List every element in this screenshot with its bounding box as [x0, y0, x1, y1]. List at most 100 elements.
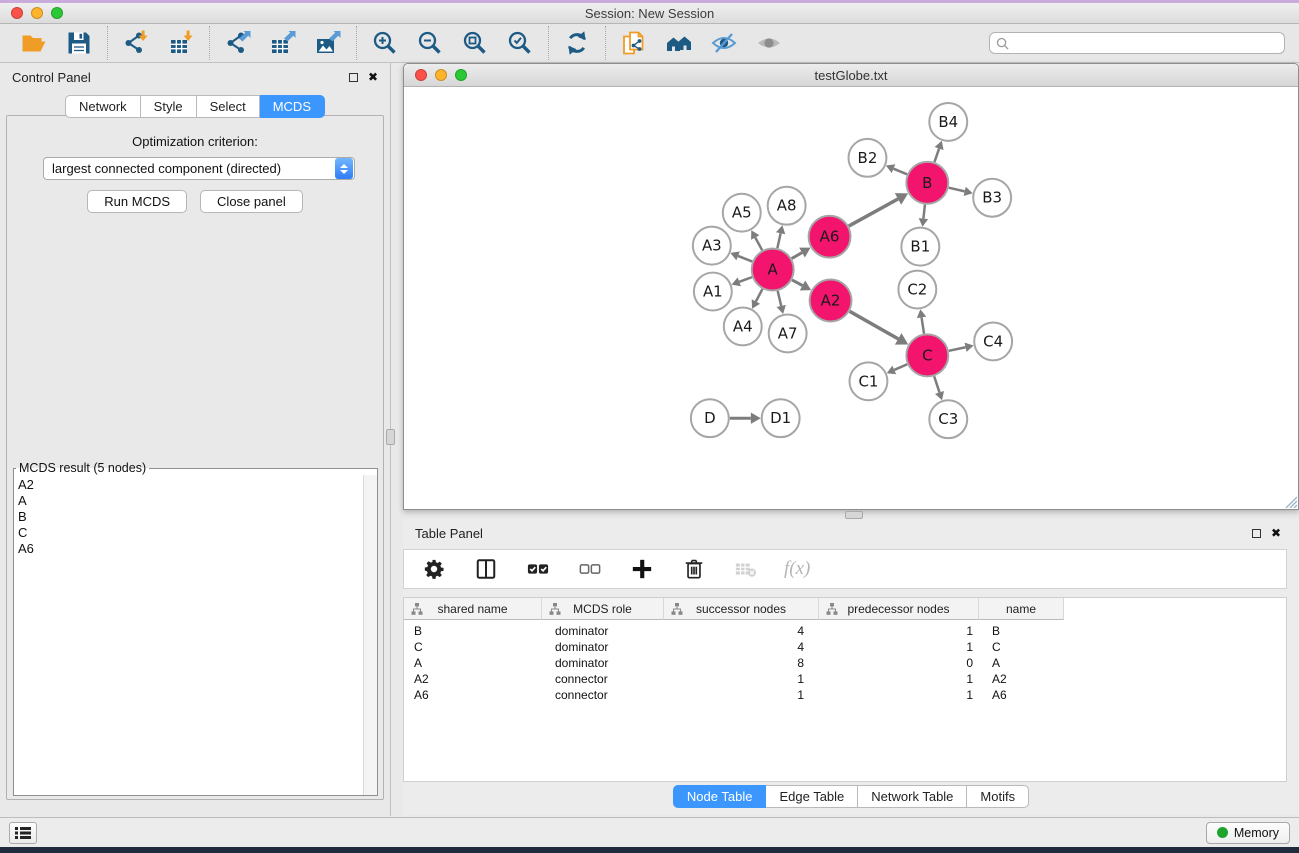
save-session-icon[interactable] — [65, 29, 93, 57]
graph-node-B[interactable] — [906, 162, 948, 204]
graph-node-B4[interactable] — [929, 103, 967, 141]
import-network-icon[interactable] — [122, 29, 150, 57]
tab-edge-table[interactable]: Edge Table — [766, 785, 858, 808]
table-row[interactable]: Cdominator41C — [404, 639, 1286, 655]
export-table-icon[interactable] — [269, 29, 297, 57]
graph-node-A8[interactable] — [768, 187, 806, 225]
graph-node-D[interactable] — [691, 399, 729, 437]
mcds-result-item[interactable]: B — [18, 509, 359, 525]
edge-A-A8[interactable] — [777, 233, 780, 248]
run-mcds-button[interactable]: Run MCDS — [87, 190, 187, 213]
edge-C-C1[interactable] — [894, 364, 907, 370]
edge-B-B3[interactable] — [949, 188, 965, 192]
column-layout-icon[interactable] — [472, 555, 500, 583]
search-input[interactable] — [1013, 34, 1278, 52]
network-canvas[interactable]: B4B2BB3A5A8A6A3B1AA1C2A2A4A7C4CC1C3DD1 — [404, 88, 1298, 509]
graph-node-B3[interactable] — [973, 179, 1011, 217]
memory-button[interactable]: Memory — [1206, 822, 1290, 844]
tab-node-table[interactable]: Node Table — [673, 785, 767, 808]
graph-node-A[interactable] — [752, 249, 794, 291]
home-icon[interactable] — [665, 29, 693, 57]
network-graph[interactable]: B4B2BB3A5A8A6A3B1AA1C2A2A4A7C4CC1C3DD1 — [404, 88, 1298, 509]
edge-C-C4[interactable] — [949, 347, 966, 351]
close-table-panel-icon[interactable]: ✖ — [1271, 529, 1281, 538]
task-history-button[interactable] — [9, 822, 37, 844]
zoom-out-icon[interactable] — [416, 29, 444, 57]
graph-node-A2[interactable] — [810, 280, 852, 322]
tab-style[interactable]: Style — [141, 95, 197, 118]
edge-A-A3[interactable] — [738, 256, 752, 262]
show-all-icon[interactable] — [755, 29, 783, 57]
import-table-icon[interactable] — [167, 29, 195, 57]
zoom-selected-icon[interactable] — [506, 29, 534, 57]
refresh-layout-icon[interactable] — [563, 29, 591, 57]
tab-network[interactable]: Network — [65, 95, 141, 118]
tab-mcds[interactable]: MCDS — [260, 95, 325, 118]
column-header-shared-name[interactable]: shared name — [404, 598, 542, 620]
graph-node-C2[interactable] — [898, 271, 936, 309]
graph-node-C1[interactable] — [850, 362, 888, 400]
graph-node-A1[interactable] — [694, 273, 732, 311]
column-header-mcds-role[interactable]: MCDS role — [542, 598, 664, 620]
deselect-all-icon[interactable] — [576, 555, 604, 583]
graph-node-C3[interactable] — [929, 400, 967, 438]
edge-B-B4[interactable] — [934, 149, 939, 162]
tab-network-table[interactable]: Network Table — [858, 785, 967, 808]
graph-node-D1[interactable] — [762, 399, 800, 437]
edge-C-C3[interactable] — [934, 376, 939, 392]
vertical-splitter-handle[interactable] — [386, 429, 395, 445]
optimization-criterion-select[interactable]: largest connected component (directed) — [43, 157, 355, 180]
zoom-fit-icon[interactable] — [461, 29, 489, 57]
mcds-result-item[interactable]: A — [18, 493, 359, 509]
mcds-result-list[interactable]: A2ABCA6 — [14, 475, 363, 795]
edge-A-A7[interactable] — [778, 291, 782, 306]
resize-handle-icon[interactable] — [1284, 495, 1297, 508]
column-header-predecessor-nodes[interactable]: predecessor nodes — [819, 598, 979, 620]
edge-A-A2[interactable] — [792, 280, 802, 286]
clone-network-icon[interactable] — [620, 29, 648, 57]
graph-node-A7[interactable] — [769, 314, 807, 352]
edge-A-A6[interactable] — [792, 253, 802, 259]
edge-A6-B[interactable] — [849, 199, 898, 226]
edge-B-B1[interactable] — [923, 205, 925, 219]
tab-motifs[interactable]: Motifs — [967, 785, 1029, 808]
edge-A-A5[interactable] — [755, 237, 762, 250]
settings-gear-icon[interactable] — [420, 555, 448, 583]
export-image-icon[interactable] — [314, 29, 342, 57]
select-all-icon[interactable] — [524, 555, 552, 583]
edge-C-C2[interactable] — [922, 317, 924, 333]
export-network-icon[interactable] — [224, 29, 252, 57]
add-column-icon[interactable] — [628, 555, 656, 583]
column-header-name[interactable]: name — [979, 598, 1064, 620]
edge-B-B2[interactable] — [893, 169, 907, 175]
graph-node-A3[interactable] — [693, 227, 731, 265]
edge-A-A4[interactable] — [756, 289, 763, 302]
close-panel-icon[interactable]: ✖ — [368, 73, 378, 82]
edge-A2-C[interactable] — [850, 311, 899, 339]
zoom-in-icon[interactable] — [371, 29, 399, 57]
table-row[interactable]: Bdominator41B — [404, 623, 1286, 639]
graph-node-C4[interactable] — [974, 322, 1012, 360]
mcds-result-item[interactable]: A6 — [18, 541, 359, 557]
open-session-icon[interactable] — [20, 29, 48, 57]
graph-node-B2[interactable] — [849, 139, 887, 177]
column-header-successor-nodes[interactable]: successor nodes — [664, 598, 819, 620]
graph-node-C[interactable] — [906, 334, 948, 376]
float-panel-icon[interactable] — [349, 73, 358, 82]
graph-node-A5[interactable] — [723, 194, 761, 232]
table-row[interactable]: A2connector11A2 — [404, 671, 1286, 687]
delete-column-icon[interactable] — [680, 555, 708, 583]
table-row[interactable]: Adominator80A — [404, 655, 1286, 671]
edge-A-A1[interactable] — [739, 277, 752, 282]
tab-select[interactable]: Select — [197, 95, 260, 118]
graph-node-A4[interactable] — [724, 307, 762, 345]
network-window-titlebar[interactable]: testGlobe.txt — [404, 64, 1298, 87]
mcds-result-item[interactable]: C — [18, 525, 359, 541]
horizontal-splitter-handle[interactable] — [845, 511, 863, 519]
graph-node-B1[interactable] — [901, 228, 939, 266]
mcds-result-item[interactable]: A2 — [18, 477, 359, 493]
hide-selected-icon[interactable] — [710, 29, 738, 57]
graph-node-A6[interactable] — [809, 216, 851, 258]
result-scrollbar[interactable] — [363, 475, 377, 795]
float-table-panel-icon[interactable] — [1252, 529, 1261, 538]
